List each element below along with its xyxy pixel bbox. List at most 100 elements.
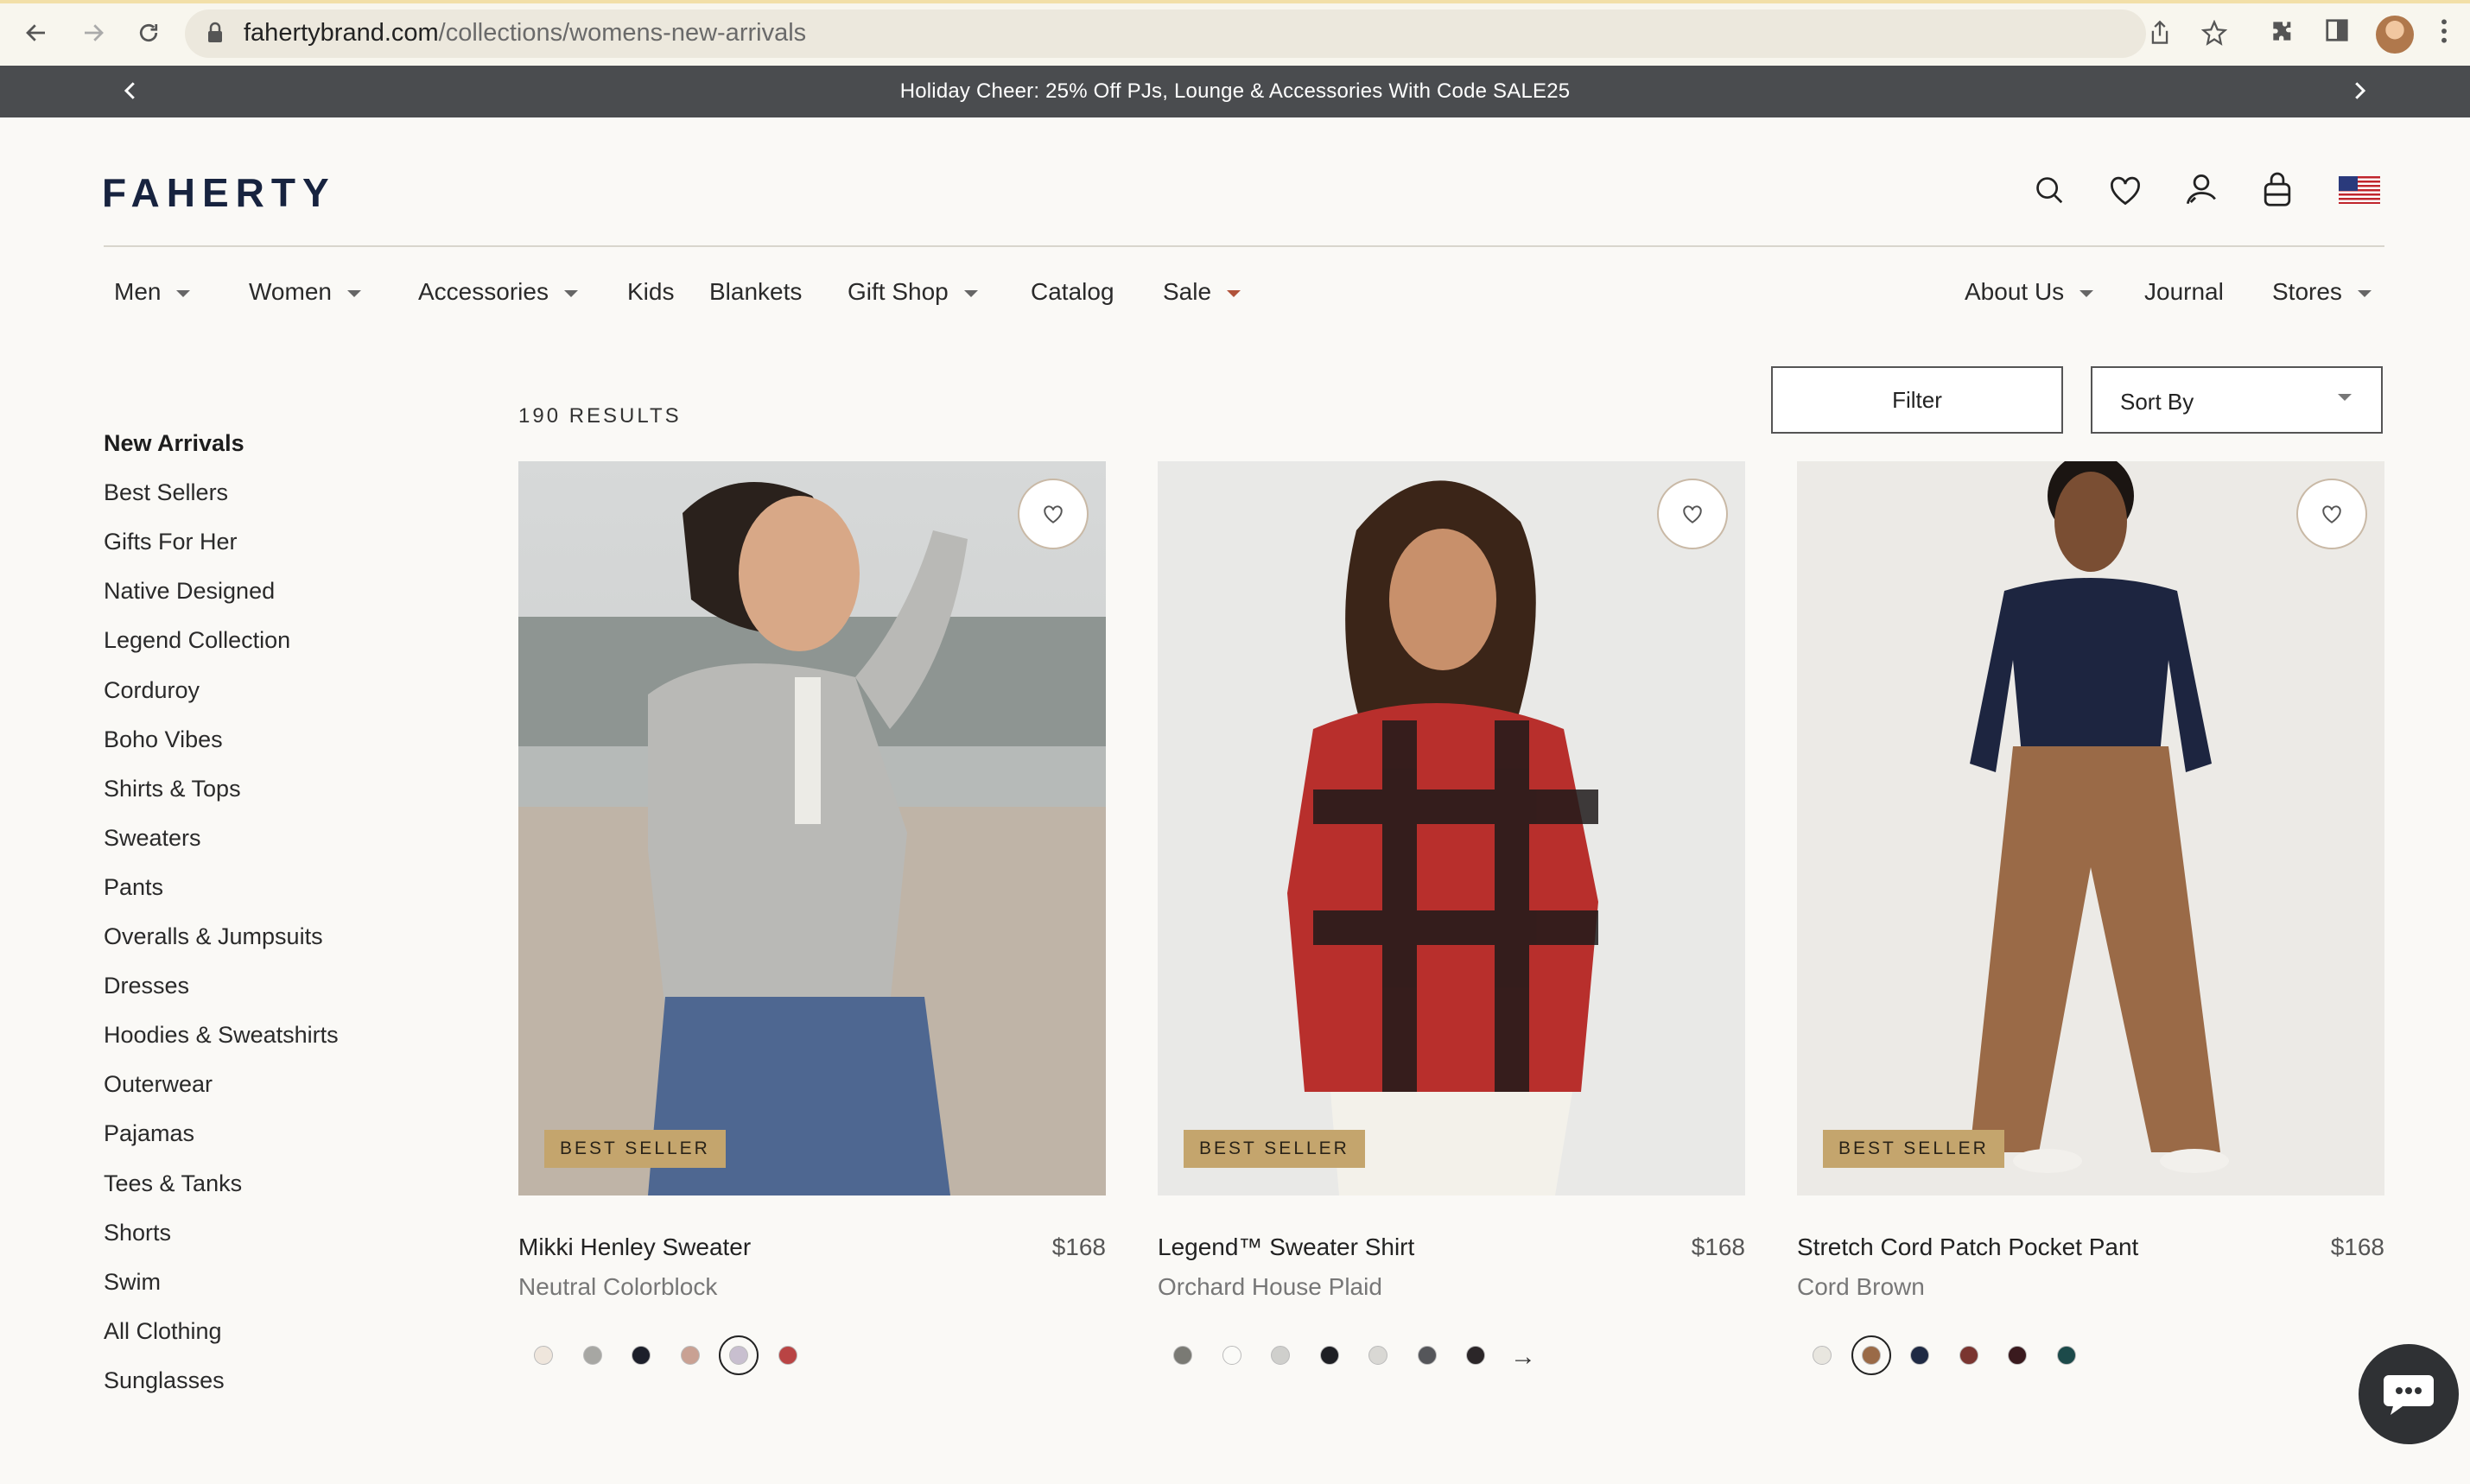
nav-sale-label: Sale [1163, 278, 1212, 305]
sidebar-item[interactable]: Corduroy [104, 677, 200, 704]
product-image[interactable]: BEST SELLER [518, 461, 1106, 1195]
nav-kids[interactable]: Kids [627, 278, 674, 306]
sidebar-item[interactable]: Outerwear [104, 1071, 213, 1098]
color-swatch[interactable] [1222, 1346, 1241, 1365]
product-card[interactable]: BEST SELLER Stretch Cord Patch Pocket Pa… [1797, 461, 2384, 1375]
color-swatch[interactable] [1851, 1335, 1891, 1375]
chevron-down-icon [1227, 290, 1241, 297]
sort-by-dropdown[interactable]: Sort By [2091, 366, 2383, 434]
color-swatch[interactable] [2008, 1346, 2027, 1365]
nav-catalog[interactable]: Catalog [1031, 278, 1114, 306]
sidebar-item[interactable]: Gifts For Her [104, 529, 238, 555]
nav-stores[interactable]: Stores [2272, 278, 2372, 306]
account-icon[interactable] [2181, 169, 2222, 211]
best-seller-badge: BEST SELLER [1823, 1130, 2004, 1168]
color-swatch[interactable] [1368, 1346, 1387, 1365]
more-swatches-arrow-icon[interactable]: → [1510, 1342, 1536, 1372]
color-swatch[interactable] [632, 1346, 651, 1365]
product-name[interactable]: Stretch Cord Patch Pocket Pant [1797, 1233, 2138, 1261]
color-swatch[interactable] [2057, 1346, 2076, 1365]
sidebar-item[interactable]: Shorts [104, 1220, 171, 1246]
sidebar-item[interactable]: Legend Collection [104, 627, 290, 654]
menu-kebab-icon[interactable] [2440, 17, 2448, 49]
share-icon[interactable] [2148, 20, 2172, 50]
color-swatch[interactable] [778, 1346, 797, 1365]
promo-message[interactable]: Holiday Cheer: 25% Off PJs, Lounge & Acc… [0, 79, 2470, 104]
best-seller-badge: BEST SELLER [544, 1130, 726, 1168]
sidebar-item[interactable]: Best Sellers [104, 479, 228, 506]
shopping-bag-icon[interactable] [2257, 169, 2298, 211]
sidebar-item[interactable]: Shirts & Tops [104, 776, 241, 802]
wishlist-heart-icon[interactable] [1018, 479, 1089, 549]
product-card[interactable]: BEST SELLER Mikki Henley Sweater $168 Ne… [518, 461, 1106, 1375]
product-image[interactable]: BEST SELLER [1158, 461, 1745, 1195]
lock-icon [206, 22, 225, 48]
chevron-down-icon [176, 290, 191, 297]
sidebar-item[interactable]: Swim [104, 1269, 161, 1296]
color-swatch[interactable] [1173, 1346, 1192, 1365]
nav-blankets[interactable]: Blankets [709, 278, 802, 306]
nav-sale[interactable]: Sale [1163, 278, 1241, 306]
sidebar-item[interactable]: All Clothing [104, 1318, 222, 1345]
product-name[interactable]: Legend™ Sweater Shirt [1158, 1233, 1414, 1261]
color-swatch[interactable] [681, 1346, 700, 1365]
color-swatch[interactable] [1910, 1346, 1929, 1365]
sidebar-item[interactable]: Sweaters [104, 825, 201, 852]
sidebar-item[interactable]: New Arrivals [104, 430, 244, 457]
nav-women[interactable]: Women [249, 278, 361, 306]
nav-about-us[interactable]: About Us [1965, 278, 2094, 306]
sidebar-item[interactable]: Pajamas [104, 1120, 194, 1147]
results-count: 190 RESULTS [518, 404, 682, 428]
sidebar-item[interactable]: Overalls & Jumpsuits [104, 923, 323, 950]
sidebar-item[interactable]: Dresses [104, 973, 189, 999]
color-swatch[interactable] [1418, 1346, 1437, 1365]
sidebar-item[interactable]: Native Designed [104, 578, 275, 605]
color-swatch[interactable] [1813, 1346, 1832, 1365]
nav-blankets-label: Blankets [709, 278, 803, 305]
filter-button[interactable]: Filter [1771, 366, 2063, 434]
product-price: $168 [2330, 1233, 2384, 1260]
color-swatch[interactable] [1320, 1346, 1339, 1365]
address-bar[interactable]: fahertybrand.com/collections/womens-new-… [185, 10, 2228, 58]
nav-gift-shop[interactable]: Gift Shop [848, 278, 978, 306]
product-card[interactable]: BEST SELLER Legend™ Sweater Shirt $168 O… [1158, 461, 1745, 1371]
product-image[interactable]: BEST SELLER [1797, 461, 2384, 1195]
forward-icon[interactable] [76, 16, 111, 50]
chevron-down-icon [2338, 394, 2352, 401]
sidebar-item[interactable]: Pants [104, 874, 163, 901]
color-swatch[interactable] [534, 1346, 553, 1365]
nav-accessories[interactable]: Accessories [418, 278, 578, 306]
wishlist-heart-icon[interactable] [2105, 169, 2146, 211]
color-swatch[interactable] [719, 1335, 759, 1375]
promo-banner: Holiday Cheer: 25% Off PJs, Lounge & Acc… [0, 66, 2470, 117]
product-name[interactable]: Mikki Henley Sweater [518, 1233, 751, 1261]
wishlist-heart-icon[interactable] [1657, 479, 1728, 549]
bookmark-star-icon[interactable] [2200, 19, 2228, 50]
sidebar-item[interactable]: Sunglasses [104, 1367, 225, 1394]
brand-logo[interactable]: FAHERTY [102, 169, 336, 216]
color-swatch[interactable] [1959, 1346, 1978, 1365]
nav-journal[interactable]: Journal [2144, 278, 2224, 306]
promo-next-icon[interactable] [2346, 78, 2372, 104]
chevron-down-icon [963, 290, 978, 297]
search-icon[interactable] [2029, 169, 2070, 211]
url-text: fahertybrand.com/collections/womens-new-… [244, 19, 806, 48]
reload-icon[interactable] [131, 16, 166, 50]
color-swatch[interactable] [583, 1346, 602, 1365]
sidebar-item[interactable]: Hoodies & Sweatshirts [104, 1022, 339, 1049]
sidebar-item[interactable]: Tees & Tanks [104, 1170, 242, 1197]
wishlist-heart-icon[interactable] [2296, 479, 2367, 549]
back-icon[interactable] [19, 16, 54, 50]
color-swatch[interactable] [1271, 1346, 1290, 1365]
sort-by-label: Sort By [2120, 389, 2194, 415]
side-panel-icon[interactable] [2324, 17, 2350, 48]
extensions-icon[interactable] [2269, 17, 2296, 49]
us-flag-icon[interactable] [2338, 169, 2381, 211]
nav-about-us-label: About Us [1965, 278, 2065, 305]
color-swatch[interactable] [1466, 1346, 1485, 1365]
profile-avatar[interactable] [2376, 16, 2414, 54]
nav-men[interactable]: Men [114, 278, 191, 306]
chat-button[interactable] [2359, 1344, 2459, 1444]
best-seller-badge: BEST SELLER [1184, 1130, 1365, 1168]
sidebar-item[interactable]: Boho Vibes [104, 726, 223, 753]
